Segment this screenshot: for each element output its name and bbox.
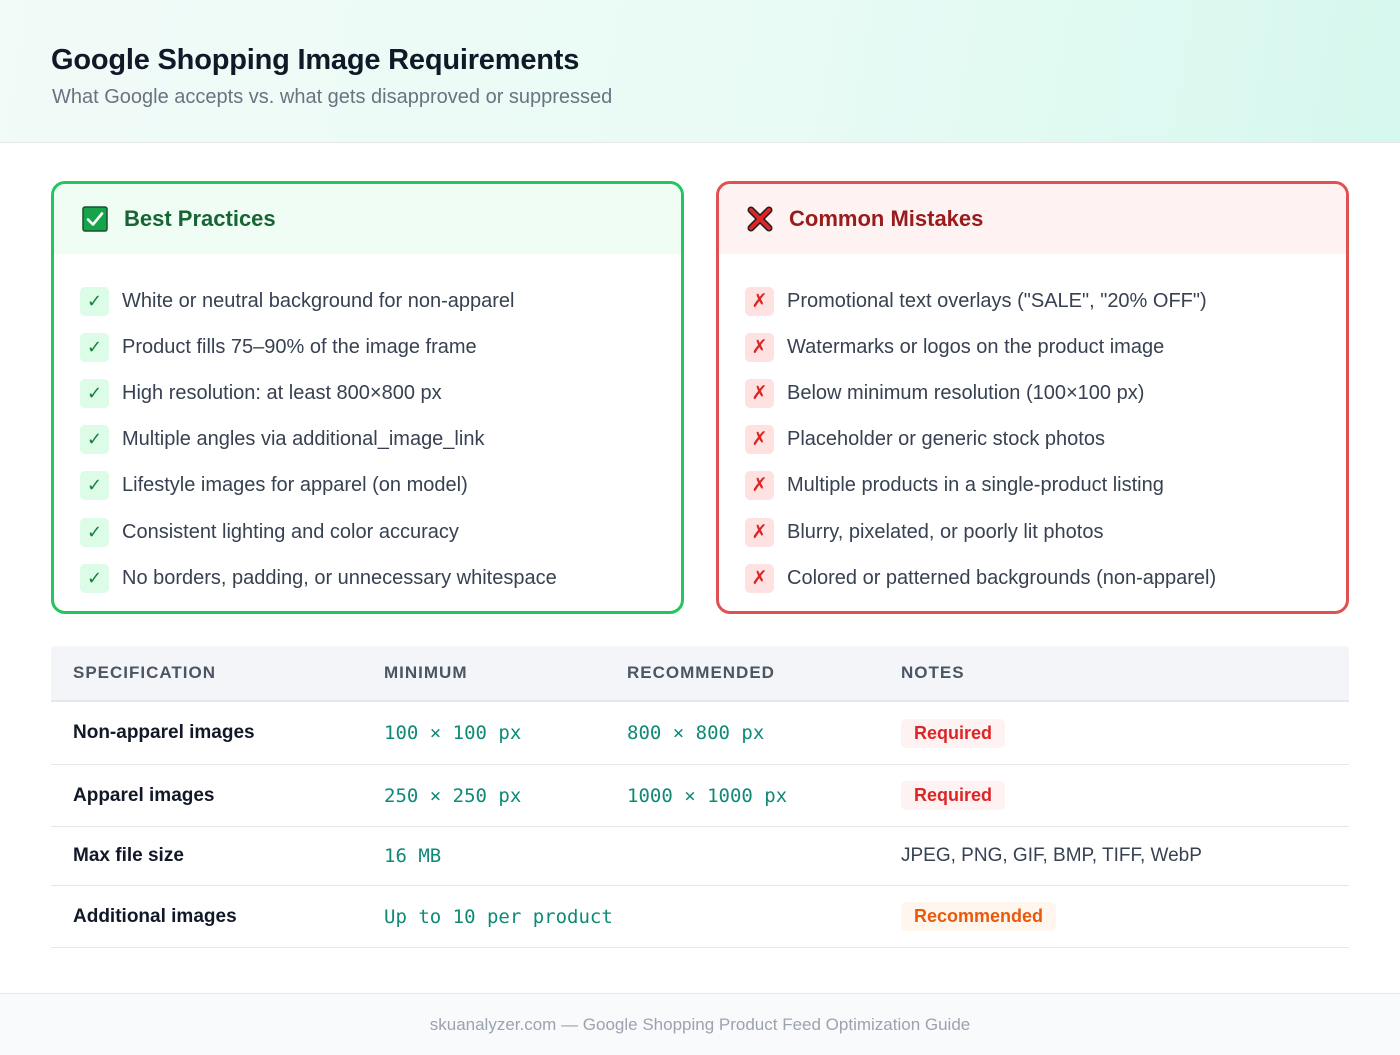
list-item: ✓ White or neutral background for non-app… (54, 278, 681, 324)
spec-cell: Non-apparel images (73, 722, 255, 743)
page-subtitle: What Google accepts vs. what gets disapp… (52, 86, 613, 108)
list-item-text: Promotional text overlays ("SALE", "20% … (787, 289, 1207, 312)
column-header-minimum: MINIMUM (384, 663, 468, 682)
table-row: Non-apparel images 100 × 100 px 800 × 80… (51, 702, 1349, 765)
list-item: ✓ No borders, padding, or unnecessary whi… (54, 555, 681, 601)
specification-table: SPECIFICATION MINIMUM RECOMMENDED NOTES … (51, 646, 1349, 948)
best-practices-header: Best Practices (54, 184, 681, 254)
table-row: Additional images Up to 10 per product R… (51, 886, 1349, 948)
best-practices-title: Best Practices (124, 206, 276, 231)
list-item-text: Colored or patterned backgrounds (non-ap… (787, 566, 1217, 589)
list-item-text: White or neutral background for non-appa… (122, 289, 515, 312)
notes-cell: JPEG, PNG, GIF, BMP, TIFF, WebP (901, 845, 1202, 866)
list-item-text: Placeholder or generic stock photos (787, 428, 1105, 451)
list-item-text: Below minimum resolution (100×100 px) (787, 381, 1145, 404)
list-item: ✓ Consistent lighting and color accuracy (54, 509, 681, 555)
checkbox-check-icon (82, 206, 108, 232)
page-title: Google Shopping Image Requirements (51, 44, 580, 76)
column-header-specification: SPECIFICATION (73, 663, 217, 682)
common-mistakes-list: ✗ Promotional text overlays ("SALE", "20%… (719, 254, 1346, 601)
check-icon: ✓ (80, 471, 109, 501)
common-mistakes-card: Common Mistakes ✗ Promotional text overla… (716, 181, 1349, 614)
recommended-badge: Recommended (901, 902, 1057, 931)
x-icon: ✗ (745, 425, 774, 455)
recommended-cell: 800 × 800 px (627, 722, 765, 744)
list-item-text: Lifestyle images for apparel (on model) (122, 474, 468, 497)
table-header-row: SPECIFICATION MINIMUM RECOMMENDED NOTES (51, 646, 1349, 702)
check-icon: ✓ (80, 563, 109, 593)
x-icon: ✗ (745, 332, 774, 362)
list-item-text: Multiple angles via additional_image_lin… (122, 428, 485, 451)
check-icon: ✓ (80, 517, 109, 547)
x-icon: ✗ (745, 471, 774, 501)
list-item: ✓ Multiple angles via additional_image_li… (54, 417, 681, 463)
column-header-notes: NOTES (901, 663, 965, 682)
column-header-recommended: RECOMMENDED (627, 663, 775, 682)
list-item: ✓ Lifestyle images for apparel (on model) (54, 463, 681, 509)
list-item: ✗ Placeholder or generic stock photos (719, 417, 1346, 463)
list-item-text: Blurry, pixelated, or poorly lit photos (787, 520, 1104, 543)
check-icon: ✓ (80, 332, 109, 362)
minimum-cell: 250 × 250 px (384, 784, 522, 807)
recommended-cell: 1000 × 1000 px (627, 784, 788, 807)
list-item-text: High resolution: at least 800×800 px (122, 381, 442, 404)
list-item-text: Product fills 75–90% of the image frame (122, 335, 477, 358)
minimum-cell: 16 MB (384, 845, 442, 867)
notes-cell: Required (901, 781, 1006, 810)
x-icon: ✗ (745, 378, 774, 408)
x-icon: ✗ (745, 563, 774, 593)
notes-cell: Required (901, 718, 1006, 748)
common-mistakes-header: Common Mistakes (719, 184, 1346, 254)
list-item-text: Multiple products in a single-product li… (787, 474, 1164, 497)
minimum-cell: 100 × 100 px (384, 722, 522, 744)
required-badge: Required (901, 718, 1006, 748)
footer-text: skuanalyzer.com — Google Shopping Produc… (429, 1014, 971, 1034)
list-item: ✗ Watermarks or logos on the product imag… (719, 324, 1346, 370)
check-icon: ✓ (80, 378, 109, 408)
best-practices-card: Best Practices ✓ White or neutral backgro… (51, 181, 684, 614)
spec-cell: Additional images (73, 905, 237, 927)
list-item: ✓ Product fills 75–90% of the image frame (54, 324, 681, 370)
list-item: ✗ Multiple products in a single-product l… (719, 463, 1346, 509)
check-icon: ✓ (80, 425, 109, 455)
page-header: Google Shopping Image Requirements What … (0, 0, 1400, 143)
page-footer: skuanalyzer.com — Google Shopping Produc… (0, 993, 1400, 1055)
x-icon: ✗ (745, 517, 774, 547)
check-icon: ✓ (80, 286, 109, 316)
spec-cell: Apparel images (73, 784, 215, 806)
table-row: Max file size 16 MB JPEG, PNG, GIF, BMP,… (51, 827, 1349, 886)
cross-mark-icon (747, 206, 773, 232)
spec-cell: Max file size (73, 845, 184, 866)
list-item: ✗ Blurry, pixelated, or poorly lit photos (719, 509, 1346, 555)
table-row: Apparel images 250 × 250 px 1000 × 1000 … (51, 765, 1349, 827)
list-item-text: Consistent lighting and color accuracy (122, 520, 459, 543)
common-mistakes-title: Common Mistakes (789, 206, 984, 231)
notes-cell: Recommended (901, 902, 1057, 931)
list-item-text: No borders, padding, or unnecessary whit… (122, 566, 557, 589)
list-item: ✗ Promotional text overlays ("SALE", "20%… (719, 278, 1346, 324)
minimum-cell: Up to 10 per product (384, 905, 613, 928)
list-item: ✓ High resolution: at least 800×800 px (54, 370, 681, 416)
list-item-text: Watermarks or logos on the product image (787, 335, 1165, 358)
required-badge: Required (901, 781, 1006, 810)
list-item: ✗ Colored or patterned backgrounds (non-a… (719, 555, 1346, 601)
best-practices-list: ✓ White or neutral background for non-app… (54, 254, 681, 601)
list-item: ✗ Below minimum resolution (100×100 px) (719, 370, 1346, 416)
x-icon: ✗ (745, 286, 774, 316)
